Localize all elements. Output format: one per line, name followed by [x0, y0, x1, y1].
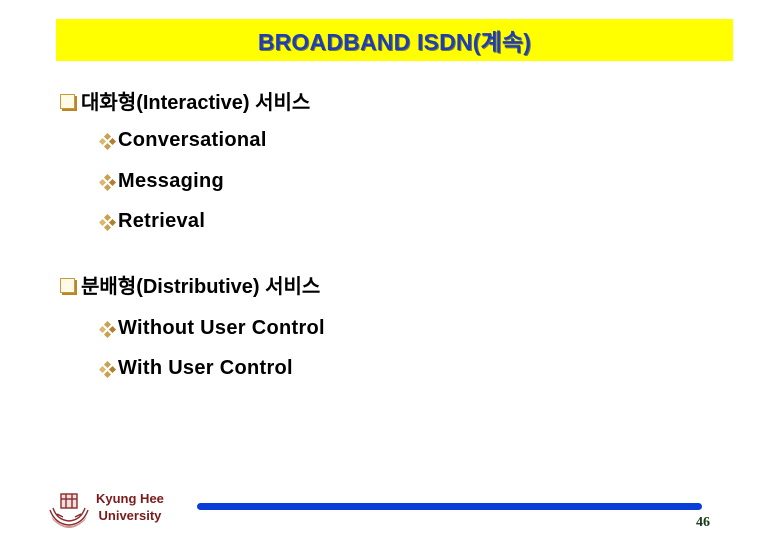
university-name-line1: Kyung Hee — [96, 491, 164, 506]
university-emblem-icon — [49, 493, 89, 528]
list-item-label: Retrieval — [118, 210, 206, 232]
section-heading-label: 대화형(Interactive) 서비스 — [81, 92, 311, 114]
list-item-label: With User Control — [118, 357, 293, 379]
list-item-label: Messaging — [118, 170, 225, 192]
diamond-bullet-icon — [98, 132, 117, 150]
square-bullet-icon — [60, 277, 75, 293]
diamond-bullet-icon — [98, 360, 117, 378]
diamond-bullet-icon — [98, 320, 117, 338]
page-number: 46 — [696, 515, 710, 530]
university-name: Kyung Hee University — [96, 490, 164, 524]
footer-divider-bar — [197, 503, 702, 510]
diamond-bullet-icon — [98, 213, 117, 231]
title-banner: BROADBAND ISDN(계속) — [56, 19, 733, 61]
list-item-label: Without User Control — [118, 317, 325, 339]
slide-title: BROADBAND ISDN(계속) — [257, 29, 532, 55]
list-item: Without User Control — [98, 317, 325, 340]
list-item: Messaging — [98, 170, 225, 193]
list-item: Retrieval — [98, 210, 206, 233]
section-heading-interactive: 대화형(Interactive) 서비스 — [60, 86, 310, 115]
diamond-bullet-icon — [98, 173, 117, 191]
list-item: With User Control — [98, 357, 293, 380]
section-heading-distributive: 분배형(Distributive) 서비스 — [60, 270, 320, 299]
list-item-label: Conversational — [118, 129, 267, 151]
square-bullet-icon — [60, 93, 75, 109]
list-item: Conversational — [98, 129, 267, 152]
section-heading-label: 분배형(Distributive) 서비스 — [81, 276, 321, 298]
university-name-line2: University — [98, 508, 162, 523]
